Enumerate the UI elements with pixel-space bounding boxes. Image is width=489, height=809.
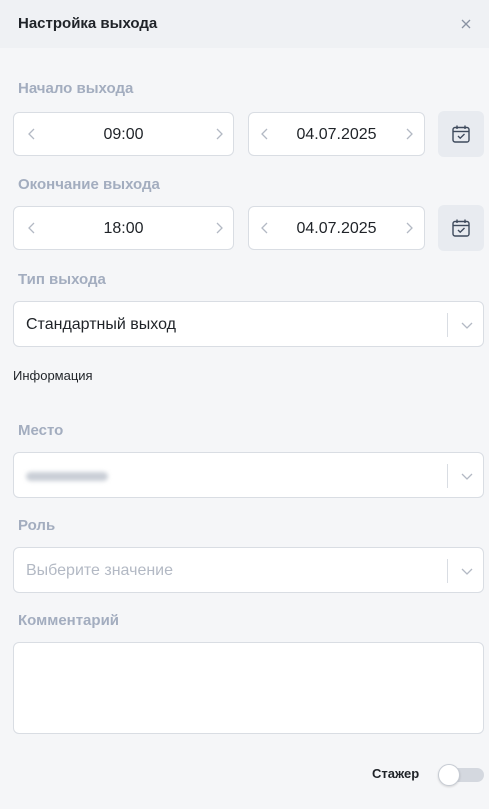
trainee-toggle[interactable] — [438, 764, 484, 786]
shift-type-label: Тип выхода — [18, 271, 106, 288]
shift-type-select[interactable]: Стандартный выход — [13, 301, 484, 347]
end-time-stepper: 18:00 — [13, 206, 234, 250]
start-date-next-button[interactable] — [399, 124, 419, 144]
end-calendar-button[interactable] — [438, 205, 484, 251]
start-time-value[interactable]: 09:00 — [14, 126, 233, 144]
comment-textarea[interactable] — [13, 642, 484, 734]
chevron-right-icon — [216, 128, 223, 140]
trainee-label: Стажер — [372, 766, 420, 781]
role-select[interactable]: Выберите значение — [13, 547, 484, 593]
end-time-value[interactable]: 18:00 — [14, 220, 233, 238]
place-select[interactable] — [13, 452, 484, 498]
end-date-next-button[interactable] — [399, 218, 419, 238]
chevron-down-icon — [458, 467, 476, 485]
select-divider — [447, 313, 448, 337]
modal-header: Настройка выхода — [0, 0, 489, 48]
toggle-knob — [438, 764, 460, 786]
chevron-right-icon — [216, 222, 223, 234]
select-divider — [447, 464, 448, 488]
start-time-next-button[interactable] — [209, 124, 229, 144]
start-date-value[interactable]: 04.07.2025 — [249, 126, 424, 144]
start-calendar-button[interactable] — [438, 111, 484, 157]
chevron-down-icon — [458, 562, 476, 580]
comment-label: Комментарий — [18, 612, 120, 629]
end-date-stepper: 04.07.2025 — [248, 206, 425, 250]
start-date-stepper: 04.07.2025 — [248, 112, 425, 156]
place-label: Место — [18, 422, 64, 439]
start-label: Начало выхода — [18, 80, 134, 97]
calendar-icon — [452, 219, 470, 237]
chevron-right-icon — [406, 128, 413, 140]
role-label: Роль — [18, 517, 56, 534]
close-button[interactable] — [456, 14, 476, 34]
select-divider — [447, 559, 448, 583]
calendar-icon — [452, 125, 470, 143]
place-value-redacted — [26, 472, 108, 481]
shift-type-value: Стандартный выход — [26, 316, 176, 333]
end-label: Окончание выхода — [18, 176, 160, 193]
start-time-stepper: 09:00 — [13, 112, 234, 156]
info-heading: Информация — [13, 368, 93, 383]
end-time-next-button[interactable] — [209, 218, 229, 238]
chevron-right-icon — [406, 222, 413, 234]
role-placeholder: Выберите значение — [26, 562, 174, 579]
chevron-down-icon — [458, 316, 476, 334]
close-icon — [461, 19, 471, 29]
end-date-value[interactable]: 04.07.2025 — [249, 220, 424, 238]
modal-title: Настройка выхода — [18, 15, 158, 32]
